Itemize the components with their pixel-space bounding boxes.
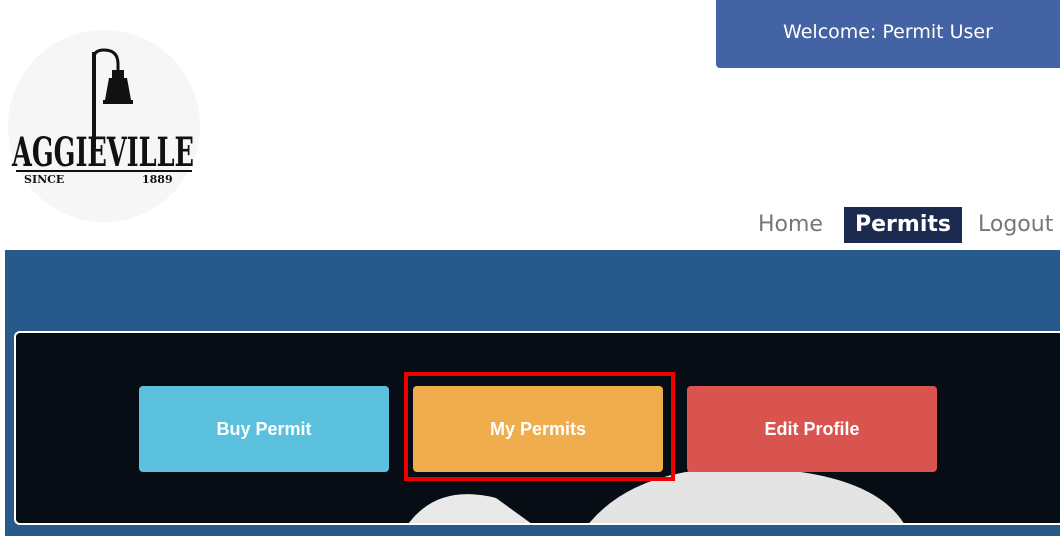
edit-profile-button[interactable]: Edit Profile: [687, 386, 937, 472]
welcome-text: Welcome: Permit User: [783, 21, 993, 43]
nav-logout[interactable]: Logout: [978, 207, 1053, 243]
svg-text:1889: 1889: [142, 173, 173, 186]
main-nav: Home Permits Logout: [0, 207, 1060, 243]
welcome-banner: Welcome: Permit User: [716, 0, 1060, 68]
buy-permit-button[interactable]: Buy Permit: [139, 386, 389, 472]
nav-permits[interactable]: Permits: [844, 207, 962, 243]
svg-text:SINCE: SINCE: [24, 173, 64, 186]
svg-text:AGGIEVILLE: AGGIEVILLE: [11, 129, 194, 176]
nav-home[interactable]: Home: [758, 207, 823, 243]
my-permits-button[interactable]: My Permits: [413, 386, 663, 472]
logo-image: AGGIEVILLE SINCE 1889: [11, 48, 194, 186]
aggieville-logo[interactable]: AGGIEVILLE SINCE 1889: [8, 30, 200, 222]
actions-panel: Buy Permit My Permits Edit Profile: [14, 331, 1060, 525]
